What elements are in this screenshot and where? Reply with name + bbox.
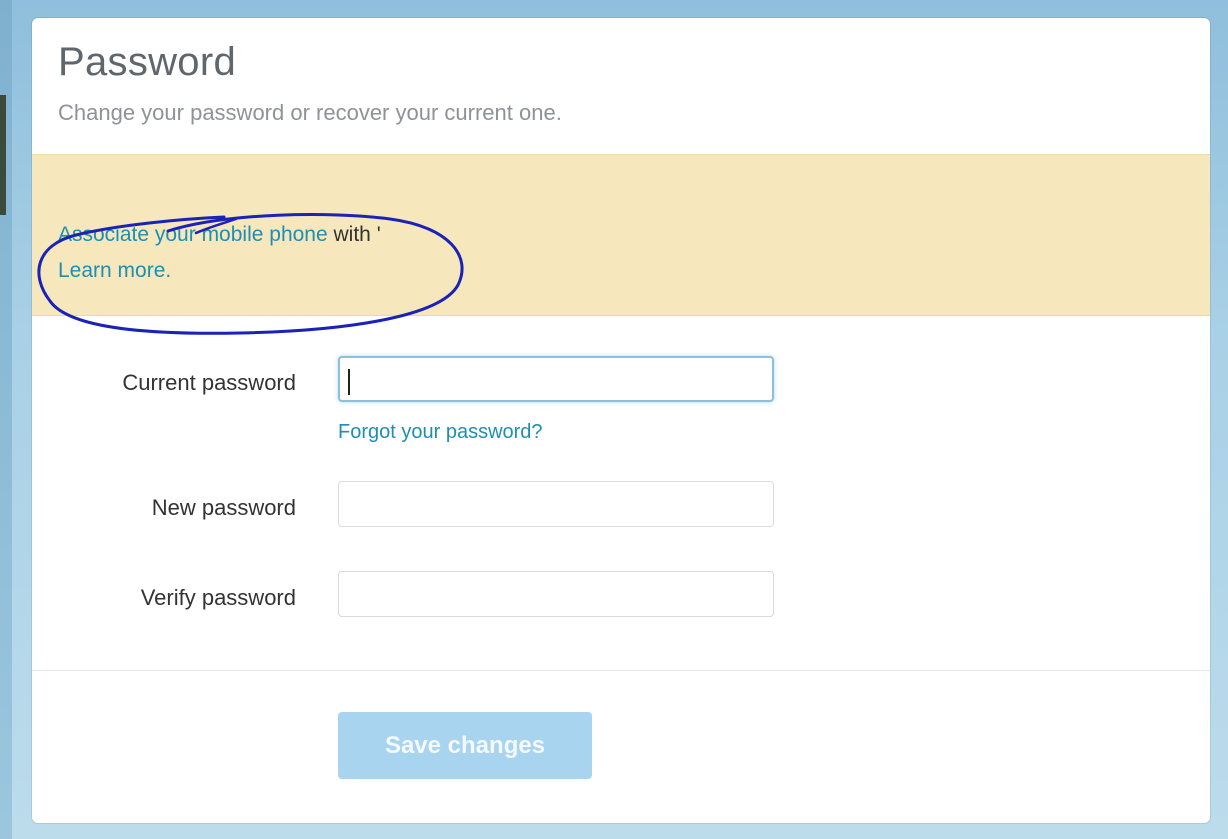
page-subtitle: Change your password or recover your cur… bbox=[58, 100, 562, 125]
save-changes-button[interactable]: Save changes bbox=[338, 712, 592, 779]
text-caret bbox=[348, 369, 350, 395]
banner-cut-fragment: ' bbox=[376, 223, 381, 246]
verify-password-label: Verify password bbox=[140, 585, 296, 610]
mobile-phone-banner: Associate your mobile phone with ' Learn… bbox=[32, 154, 1210, 335]
forgot-password-link[interactable]: Forgot your password? bbox=[338, 421, 543, 444]
form-divider bbox=[32, 670, 1210, 671]
new-password-label: New password bbox=[151, 495, 296, 520]
current-password-label: Current password bbox=[122, 370, 296, 395]
banner-line: Learn more. bbox=[58, 259, 171, 283]
associate-phone-link[interactable]: Associate your mobile phone bbox=[58, 223, 328, 246]
new-password-input[interactable] bbox=[338, 481, 774, 527]
card-header: Password Change your password or recover… bbox=[32, 18, 1210, 154]
password-settings-card: Password Change your password or recover… bbox=[32, 18, 1210, 823]
background-edge bbox=[0, 95, 6, 215]
banner-line: Associate your mobile phone with ' bbox=[58, 223, 381, 247]
verify-password-input[interactable] bbox=[338, 571, 774, 617]
banner-text: with bbox=[333, 223, 371, 246]
page-title: Password bbox=[58, 40, 237, 84]
learn-more-link[interactable]: Learn more bbox=[58, 259, 165, 282]
current-password-input[interactable] bbox=[338, 356, 774, 402]
learn-more-suffix: . bbox=[165, 259, 172, 282]
